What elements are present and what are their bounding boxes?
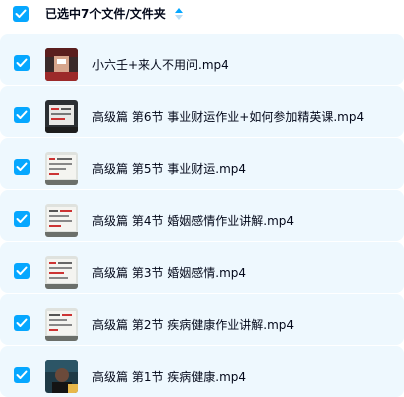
file-checkbox[interactable] (14, 159, 30, 175)
checkmark-icon (16, 318, 28, 327)
sort-arrows-icon[interactable] (174, 7, 184, 21)
file-name[interactable]: 高级篇 第2节 疾病健康作业讲解.mp4 (92, 316, 294, 334)
file-checkbox[interactable] (14, 315, 30, 331)
video-thumbnail (45, 48, 78, 81)
video-thumbnail (45, 256, 78, 289)
file-checkbox[interactable] (14, 263, 30, 279)
file-row[interactable]: 高级篇 第4节 婚姻感情作业讲解.mp4 (0, 190, 404, 241)
file-checkbox[interactable] (14, 211, 30, 227)
video-thumbnail (45, 360, 78, 393)
checkmark-icon (15, 9, 27, 18)
file-name[interactable]: 高级篇 第6节 事业财运作业+如何参加精英课.mp4 (92, 108, 364, 126)
file-row[interactable]: 高级篇 第1节 疾病健康.mp4 (0, 346, 404, 397)
file-checkbox[interactable] (14, 107, 30, 123)
file-row[interactable]: 高级篇 第2节 疾病健康作业讲解.mp4 (0, 294, 404, 345)
select-all-checkbox[interactable] (13, 6, 29, 22)
video-thumbnail (45, 152, 78, 185)
file-name[interactable]: 高级篇 第5节 事业财运.mp4 (92, 160, 246, 178)
selection-count-text: 已选中7个文件/文件夹 (45, 7, 166, 21)
file-name[interactable]: 高级篇 第3节 婚姻感情.mp4 (92, 264, 246, 282)
file-row[interactable]: 高级篇 第6节 事业财运作业+如何参加精英课.mp4 (0, 86, 404, 137)
video-thumbnail (45, 308, 78, 341)
file-row[interactable]: 高级篇 第5节 事业财运.mp4 (0, 138, 404, 189)
checkmark-icon (16, 370, 28, 379)
file-row[interactable]: 小六壬+来人不用问.mp4 (0, 34, 404, 85)
file-list: 小六壬+来人不用问.mp4 高级篇 第6节 事业财运作业+如何参加精英课.mp4 (0, 34, 404, 397)
file-checkbox[interactable] (14, 55, 30, 71)
file-checkbox[interactable] (14, 367, 30, 383)
selection-header: 已选中7个文件/文件夹 (0, 0, 404, 34)
checkmark-icon (16, 162, 28, 171)
file-name[interactable]: 高级篇 第1节 疾病健康.mp4 (92, 368, 246, 386)
video-thumbnail (45, 100, 78, 133)
file-row[interactable]: 高级篇 第3节 婚姻感情.mp4 (0, 242, 404, 293)
file-name[interactable]: 小六壬+来人不用问.mp4 (92, 56, 229, 74)
video-thumbnail (45, 204, 78, 237)
checkmark-icon (16, 266, 28, 275)
file-name[interactable]: 高级篇 第4节 婚姻感情作业讲解.mp4 (92, 212, 294, 230)
checkmark-icon (16, 110, 28, 119)
checkmark-icon (16, 58, 28, 67)
checkmark-icon (16, 214, 28, 223)
